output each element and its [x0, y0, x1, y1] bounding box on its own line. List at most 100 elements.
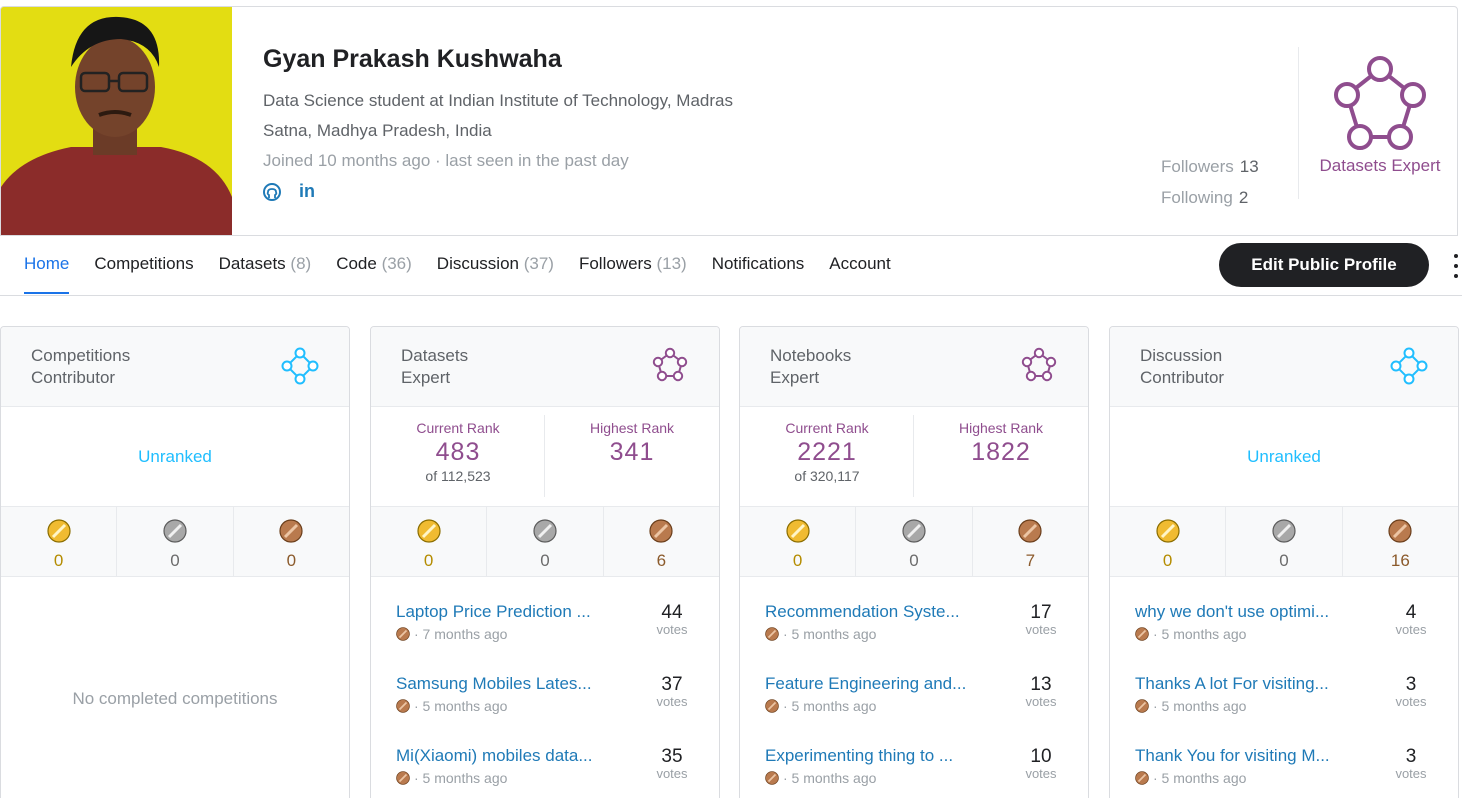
- gold-count: 0: [1162, 551, 1173, 570]
- item-title-link[interactable]: why we don't use optimi...: [1135, 602, 1351, 622]
- tab-discussion[interactable]: Discussion (37): [437, 236, 554, 294]
- profile-header: Gyan Prakash Kushwaha Data Science stude…: [0, 6, 1458, 236]
- tab-count: (37): [523, 254, 554, 273]
- notebooks-card: Notebooks Expert Current Rank 2221 of 320…: [739, 326, 1089, 798]
- unranked-label: Unranked: [1247, 447, 1321, 466]
- bronze-medal-cell: 6: [604, 507, 719, 576]
- rank-total: of 112,523: [425, 468, 491, 484]
- item-title-link[interactable]: Thanks A lot For visiting...: [1135, 674, 1351, 694]
- bronze-medal-icon: [1135, 627, 1149, 641]
- followers-label: Followers: [1161, 157, 1234, 176]
- item-age: · 5 months ago: [1153, 626, 1247, 642]
- rank-area: Unranked: [1110, 407, 1458, 507]
- more-options-icon[interactable]: [1450, 252, 1462, 280]
- bronze-count: 0: [286, 551, 297, 570]
- item-title-link[interactable]: Laptop Price Prediction ...: [396, 602, 612, 622]
- votes-label: votes: [1025, 622, 1057, 637]
- tab-followers[interactable]: Followers (13): [579, 236, 687, 294]
- competitions-card: Competitions Contributor Unranked 0 0 0 N…: [0, 326, 350, 798]
- card-title-line1: Competitions: [31, 346, 131, 365]
- gold-medal-icon: [785, 519, 810, 543]
- tab-code[interactable]: Code (36): [336, 236, 412, 294]
- current-rank-value: 2221: [797, 438, 857, 466]
- github-icon[interactable]: [263, 182, 281, 201]
- vote-count: 37 votes: [647, 675, 697, 709]
- bronze-medal-cell: 7: [973, 507, 1088, 576]
- avatar[interactable]: [1, 7, 232, 235]
- expert-tier-icon: [652, 347, 688, 382]
- item-title-link[interactable]: Samsung Mobiles Lates...: [396, 674, 612, 694]
- votes-label: votes: [656, 694, 688, 709]
- profile-joined: Joined 10 months ago · last seen in the …: [263, 151, 629, 170]
- gold-count: 0: [792, 551, 803, 570]
- item-meta: · 5 months ago: [396, 698, 507, 714]
- item-age: · 5 months ago: [414, 698, 508, 714]
- gold-count: 0: [423, 551, 434, 570]
- bronze-medal-icon: [396, 699, 410, 713]
- item-meta: · 5 months ago: [1135, 626, 1246, 642]
- gold-medal-cell: 0: [1, 507, 118, 576]
- gold-medal-cell: 0: [740, 507, 857, 576]
- vote-count: 3 votes: [1386, 675, 1436, 709]
- item-title-link[interactable]: Thank You for visiting M...: [1135, 746, 1351, 766]
- bronze-medal-cell: 16: [1343, 507, 1458, 576]
- silver-medal-cell: 0: [1226, 507, 1343, 576]
- silver-medal-icon: [162, 519, 187, 543]
- rank-total: of 320,117: [794, 468, 860, 484]
- item-age: · 5 months ago: [1153, 698, 1247, 714]
- rank-area: Current Rank 2221 of 320,117 Highest Ran…: [740, 407, 1088, 507]
- tab-account[interactable]: Account: [829, 236, 890, 294]
- vote-count: 13 votes: [1016, 675, 1066, 709]
- votes-number: 10: [1030, 746, 1052, 767]
- votes-label: votes: [1025, 694, 1057, 709]
- item-meta: · 5 months ago: [765, 770, 876, 786]
- votes-number: 44: [661, 602, 683, 623]
- following-label: Following: [1161, 188, 1233, 207]
- vote-count: 35 votes: [647, 747, 697, 781]
- list-item: Laptop Price Prediction ... · 7 months a…: [371, 577, 719, 649]
- card-title: Discussion Contributor: [1140, 345, 1300, 389]
- vote-count: 44 votes: [647, 603, 697, 637]
- item-meta: · 5 months ago: [765, 698, 876, 714]
- medal-counts: 0 0 7: [740, 507, 1088, 577]
- list-item: Recommendation Syste... · 5 months ago 1…: [740, 577, 1088, 649]
- linkedin-icon[interactable]: in: [299, 181, 315, 202]
- list-item: Feature Engineering and... · 5 months ag…: [740, 649, 1088, 721]
- discussion-card: Discussion Contributor Unranked 0 0 16 wh…: [1109, 326, 1459, 798]
- silver-medal-icon: [1271, 519, 1296, 543]
- bronze-medal-icon: [765, 771, 779, 785]
- item-title-link[interactable]: Recommendation Syste...: [765, 602, 981, 622]
- bronze-count: 7: [1025, 551, 1036, 570]
- rank-area: Unranked: [1, 407, 349, 507]
- followers-stat[interactable]: Followers 13: [1161, 151, 1259, 182]
- tab-competitions[interactable]: Competitions: [94, 236, 193, 294]
- tab-label: Discussion: [436, 254, 519, 273]
- silver-medal-icon: [532, 519, 557, 543]
- card-header: Notebooks Expert: [740, 327, 1088, 407]
- list-item: Samsung Mobiles Lates... · 5 months ago …: [371, 649, 719, 721]
- item-meta: · 7 months ago: [396, 626, 507, 642]
- votes-label: votes: [1395, 694, 1427, 709]
- bronze-medal-icon: [396, 627, 410, 641]
- votes-label: votes: [656, 622, 688, 637]
- card-header: Discussion Contributor: [1110, 327, 1458, 407]
- list-item: why we don't use optimi... · 5 months ag…: [1110, 577, 1458, 649]
- card-title-line2: Contributor: [31, 368, 116, 387]
- following-count: 2: [1238, 188, 1249, 207]
- vote-count: 17 votes: [1016, 603, 1066, 637]
- item-title-link[interactable]: Mi(Xiaomi) mobiles data...: [396, 746, 612, 766]
- edit-public-profile-button[interactable]: Edit Public Profile: [1219, 243, 1429, 287]
- tab-datasets[interactable]: Datasets (8): [219, 236, 312, 294]
- highest-rank: Highest Rank 341: [545, 415, 719, 467]
- vote-count: 4 votes: [1386, 603, 1436, 637]
- item-title-link[interactable]: Feature Engineering and...: [765, 674, 981, 694]
- item-title-link[interactable]: Experimenting thing to ...: [765, 746, 981, 766]
- header-divider: [1298, 47, 1299, 199]
- highest-rank-label: Highest Rank: [589, 420, 675, 436]
- tab-notifications[interactable]: Notifications: [712, 236, 805, 294]
- following-stat[interactable]: Following 2: [1161, 182, 1259, 213]
- gold-medal-cell: 0: [1110, 507, 1227, 576]
- expert-tier-icon: [1021, 347, 1057, 382]
- silver-medal-cell: 0: [487, 507, 604, 576]
- tab-home[interactable]: Home: [24, 236, 70, 294]
